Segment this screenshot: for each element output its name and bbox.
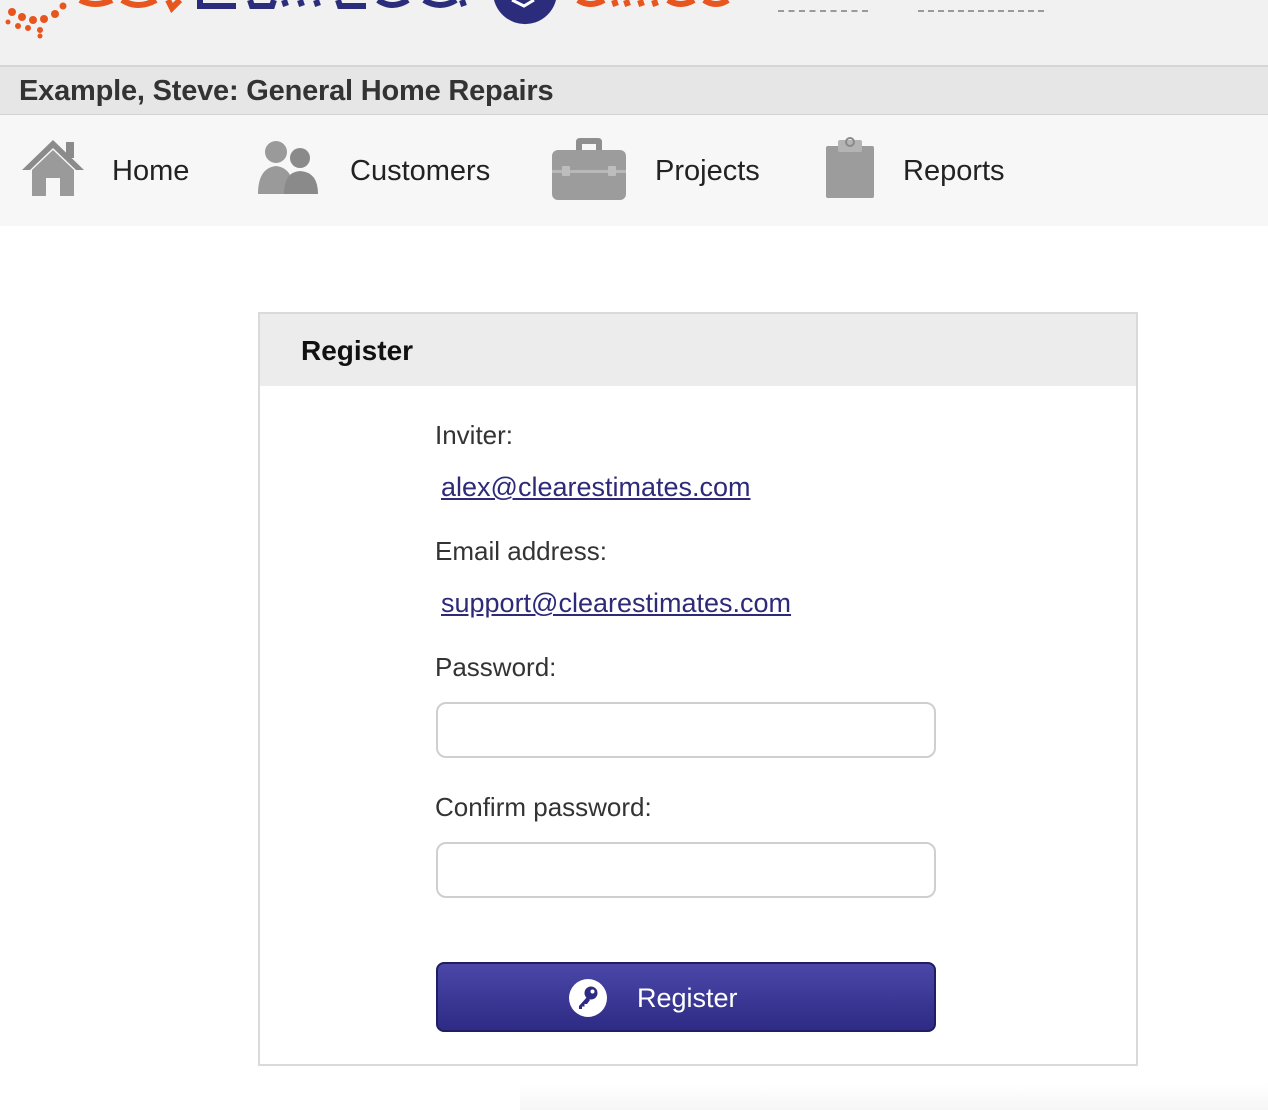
register-heading: Register <box>301 335 414 366</box>
nav-item-home[interactable]: Home <box>18 115 198 226</box>
briefcase-icon <box>552 138 626 200</box>
nav-item-reports[interactable]: Reports <box>822 115 1012 226</box>
nav-label-customers: Customers <box>350 155 491 187</box>
register-panel-header: Register <box>260 314 1136 386</box>
company-bar: Example, Steve: General Home Repairs <box>0 67 1268 115</box>
register-button[interactable]: Register <box>436 962 936 1032</box>
nav-item-customers[interactable]: Customers <box>252 115 492 226</box>
nav-label-reports: Reports <box>903 155 1005 187</box>
main-nav: Home Customers Projects Reports <box>0 115 1268 226</box>
confirm-password-input[interactable] <box>436 842 936 898</box>
nav-item-projects[interactable]: Projects <box>550 115 765 226</box>
key-icon <box>569 979 607 1017</box>
header-link-left[interactable] <box>778 0 868 12</box>
register-panel: Register Inviter: alex@clearestimates.co… <box>258 312 1138 1066</box>
email-address-label: Email address: <box>435 536 607 566</box>
clipboard-icon <box>826 137 874 198</box>
header-link-support[interactable] <box>918 0 1044 12</box>
nav-label-home: Home <box>112 155 190 187</box>
top-header <box>0 0 1268 67</box>
confirm-password-label: Confirm password: <box>435 792 652 822</box>
password-input[interactable] <box>436 702 936 758</box>
password-label: Password: <box>435 652 557 682</box>
inviter-email-link[interactable]: alex@clearestimates.com <box>441 472 751 503</box>
email-address-link[interactable]: support@clearestimates.com <box>441 588 791 619</box>
company-title: Example, Steve: General Home Repairs <box>19 75 554 107</box>
home-icon <box>22 140 84 196</box>
clear-estimates-logo[interactable] <box>0 0 760 67</box>
register-button-label: Register <box>637 983 738 1013</box>
nav-label-projects: Projects <box>655 155 760 187</box>
page-shadow <box>520 1084 1268 1110</box>
customers-icon <box>258 141 318 194</box>
inviter-label: Inviter: <box>435 420 514 450</box>
